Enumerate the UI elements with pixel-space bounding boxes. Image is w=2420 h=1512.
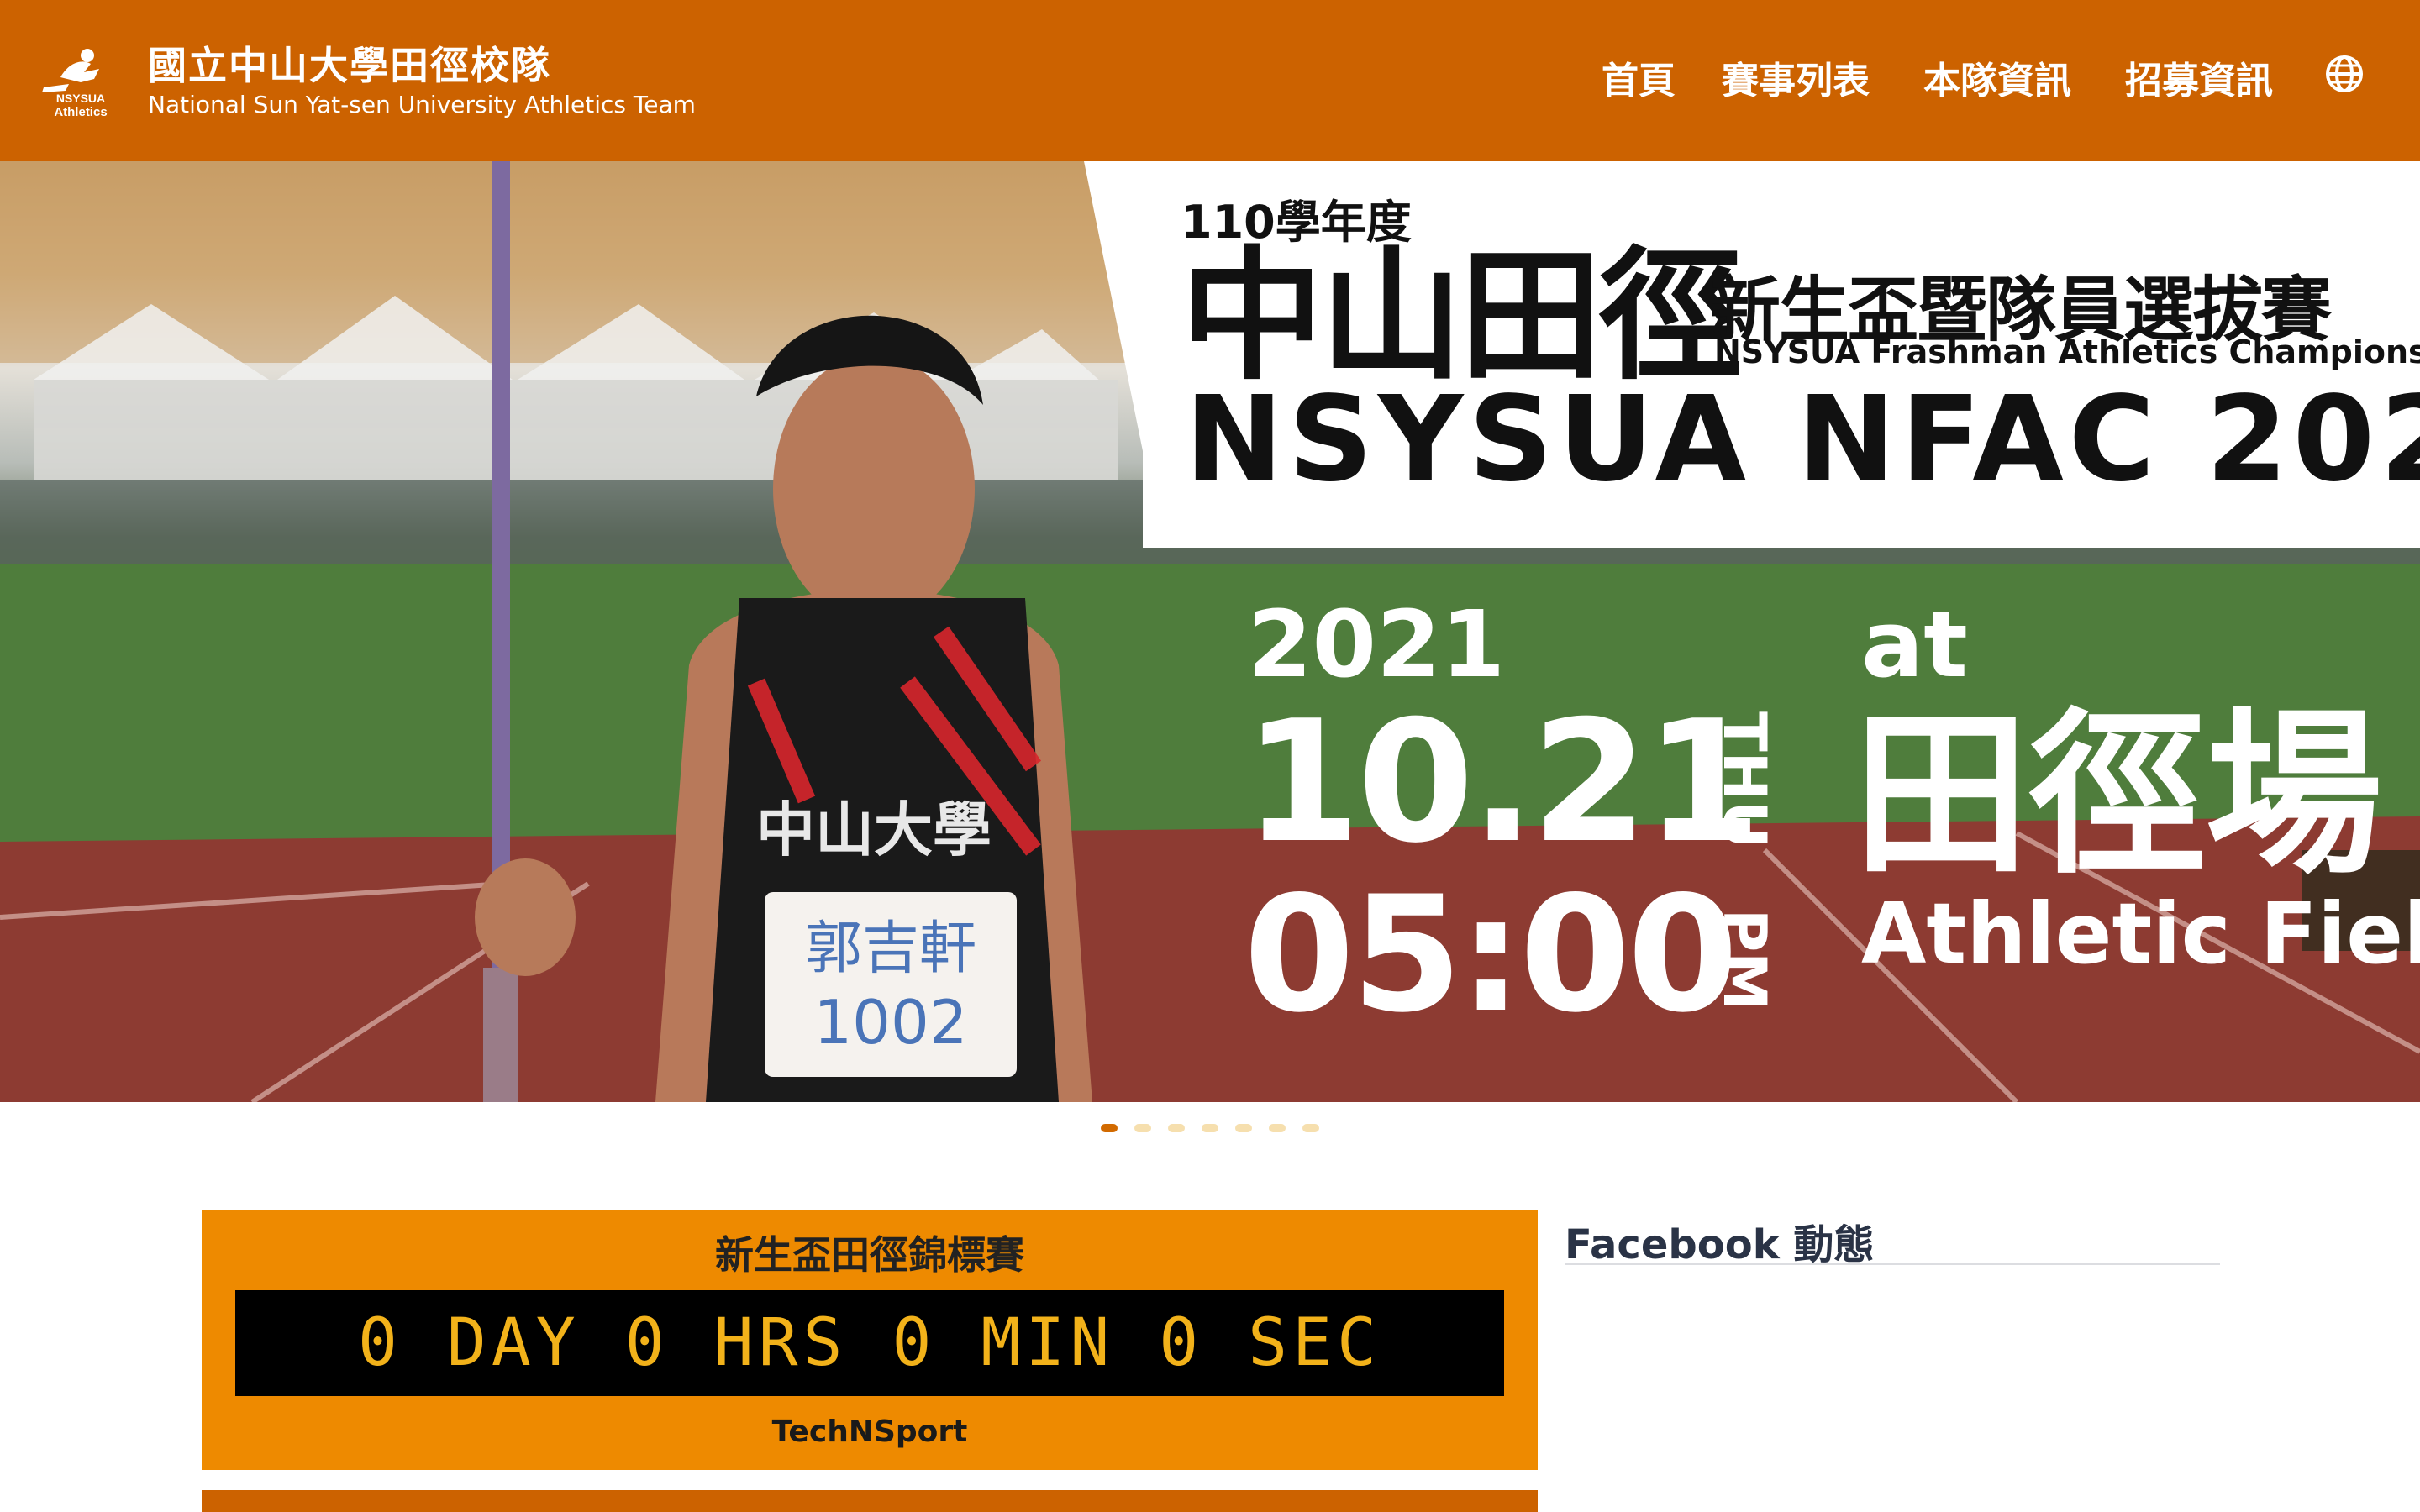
event-date: 10.21 (1244, 685, 1762, 880)
event-time: 05:00 (1244, 862, 1739, 1047)
carousel-dot[interactable] (1302, 1124, 1319, 1132)
site-header: NSYSUA Athletics 國立中山大學田徑校隊 National Sun… (0, 0, 2420, 161)
globe-icon[interactable] (2324, 54, 2365, 94)
carousel-dot[interactable] (1269, 1124, 1286, 1132)
event-year: 2021 (1248, 591, 1506, 698)
event-weekday: THU (1710, 711, 1779, 849)
site-subtitle[interactable]: National Sun Yat-sen University Athletic… (148, 91, 696, 118)
facebook-divider (1565, 1263, 2220, 1265)
nav-recruitment[interactable]: 招募資訊 (2125, 50, 2273, 104)
logo-text-top: NSYSUA (56, 92, 105, 105)
carousel-dot[interactable] (1101, 1124, 1118, 1132)
banner-subtitle-en: NSYSUA Frashman Athletics Championship (1714, 333, 2420, 370)
facebook-feed-title: Facebook 動態 (1565, 1221, 1875, 1268)
carousel-dot[interactable] (1235, 1124, 1252, 1132)
nav-events[interactable]: 賽事列表 (1722, 50, 1870, 104)
carousel-dot[interactable] (1134, 1124, 1151, 1132)
event-ampm: PM (1710, 909, 1779, 1011)
banner-title-en: NSYSUA NFAC 2021 (1185, 371, 2420, 508)
nav-home[interactable]: 首頁 (1602, 50, 1676, 104)
bib-name: 郭吉軒 (805, 916, 976, 982)
nav-team-info[interactable]: 本隊資訊 (1923, 50, 2071, 104)
event-venue-zh: 田徑場 (1853, 692, 2383, 898)
carousel-dot[interactable] (1168, 1124, 1185, 1132)
countdown-title: 新生盃田徑錦標賽 (715, 1232, 1024, 1278)
event-venue-en: Athletic Field (1861, 885, 2420, 983)
team-logo[interactable]: NSYSUA Athletics (35, 44, 126, 119)
hero-carousel[interactable]: 中山大學 郭吉軒 1002 110學年度 中山田徑 新生盃暨隊員選拔賽 NSYS… (0, 161, 2420, 1102)
countdown-display: 0 DAY 0 HRS 0 MIN 0 SEC (235, 1290, 1504, 1396)
next-panel (202, 1490, 1538, 1512)
jersey-text: 中山大學 (756, 795, 992, 864)
bib-number: 1002 (813, 987, 967, 1058)
countdown-panel: 新生盃田徑錦標賽 0 DAY 0 HRS 0 MIN 0 SEC TechNSp… (202, 1210, 1538, 1470)
event-at: at (1861, 591, 1968, 698)
site-title[interactable]: 國立中山大學田徑校隊 (148, 35, 551, 91)
countdown-credit[interactable]: TechNSport (202, 1415, 1538, 1449)
banner-title-zh: 中山田徑 (1181, 234, 1742, 400)
carousel-dot[interactable] (1202, 1124, 1218, 1132)
logo-text-bottom: Athletics (54, 105, 107, 119)
